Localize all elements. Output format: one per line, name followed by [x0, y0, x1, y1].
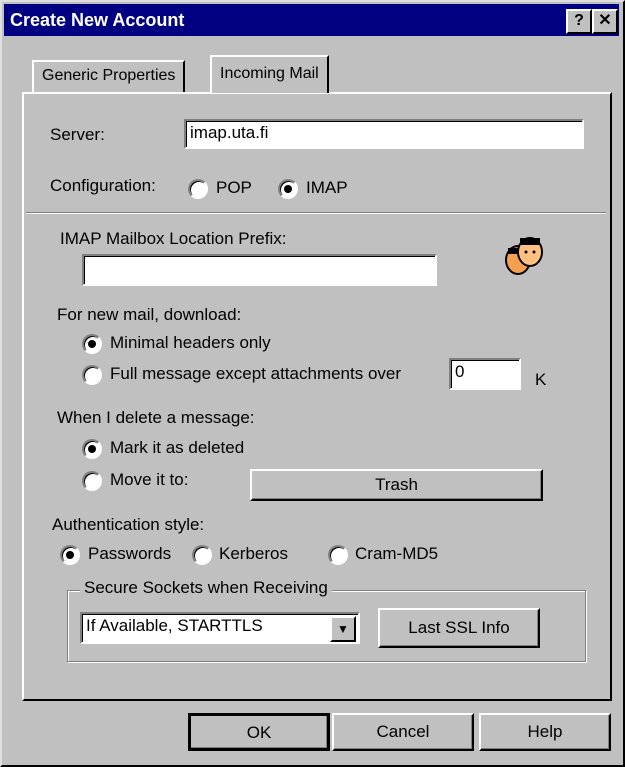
minimal-headers-label: Minimal headers only	[110, 333, 271, 352]
move-to-label: Move it to:	[110, 470, 189, 489]
minimal-headers-radio[interactable]	[82, 334, 102, 354]
move-to-radio[interactable]	[82, 471, 102, 491]
server-input[interactable]: imap.uta.fi	[184, 119, 584, 149]
configuration-label: Configuration:	[50, 176, 156, 195]
tab-label: Generic Properties	[42, 67, 176, 84]
kerberos-label: Kerberos	[219, 544, 288, 563]
full-message-radio[interactable]	[82, 365, 102, 385]
title-bar: Create New Account ? ✕	[4, 4, 619, 36]
cram-md5-label: Cram-MD5	[355, 544, 439, 563]
server-label: Server:	[50, 125, 105, 144]
ssl-select[interactable]: If Available, STARTTLS	[80, 612, 360, 644]
mark-deleted-label: Mark it as deleted	[110, 438, 245, 457]
attachment-size-input[interactable]: 0	[449, 358, 521, 390]
chevron-down-icon[interactable]: ▼	[330, 616, 356, 642]
imap-prefix-input[interactable]	[82, 254, 437, 286]
last-ssl-info-button[interactable]: Last SSL Info	[378, 608, 540, 648]
auth-label: Authentication style:	[52, 515, 205, 534]
mark-deleted-radio[interactable]	[82, 439, 102, 459]
help-button[interactable]: Help	[479, 713, 611, 751]
pop-radio[interactable]	[188, 179, 208, 199]
full-message-label: Full message except attachments over	[110, 364, 402, 383]
ssl-select-value: If Available, STARTTLS	[86, 616, 263, 635]
size-unit-label: K	[535, 370, 547, 389]
delete-label: When I delete a message:	[57, 408, 255, 427]
ok-button[interactable]: OK	[188, 713, 330, 751]
passwords-label: Passwords	[88, 544, 172, 563]
imap-radio[interactable]	[278, 179, 298, 199]
help-title-button[interactable]: ?	[566, 9, 592, 34]
cram-md5-radio[interactable]	[328, 545, 348, 565]
trash-folder-button[interactable]: Trash	[250, 469, 543, 501]
tab-generic-properties[interactable]: Generic Properties	[32, 60, 186, 92]
tab-incoming-mail[interactable]: Incoming Mail	[210, 55, 329, 93]
pop-label: POP	[216, 178, 252, 197]
close-title-button[interactable]: ✕	[592, 9, 618, 34]
tab-label: Incoming Mail	[220, 65, 319, 82]
ssl-group-label: Secure Sockets when Receiving	[80, 578, 332, 598]
passwords-radio[interactable]	[60, 545, 80, 565]
new-mail-label: For new mail, download:	[57, 305, 242, 324]
cancel-button[interactable]: Cancel	[332, 713, 474, 751]
separator	[26, 212, 606, 214]
imap-prefix-label: IMAP Mailbox Location Prefix:	[60, 229, 287, 248]
imap-label: IMAP	[306, 178, 348, 197]
people-icon	[505, 237, 543, 275]
create-account-dialog: Create New Account ? ✕ Generic Propertie…	[0, 0, 625, 767]
kerberos-radio[interactable]	[192, 545, 212, 565]
dialog-title: Create New Account	[10, 10, 185, 30]
